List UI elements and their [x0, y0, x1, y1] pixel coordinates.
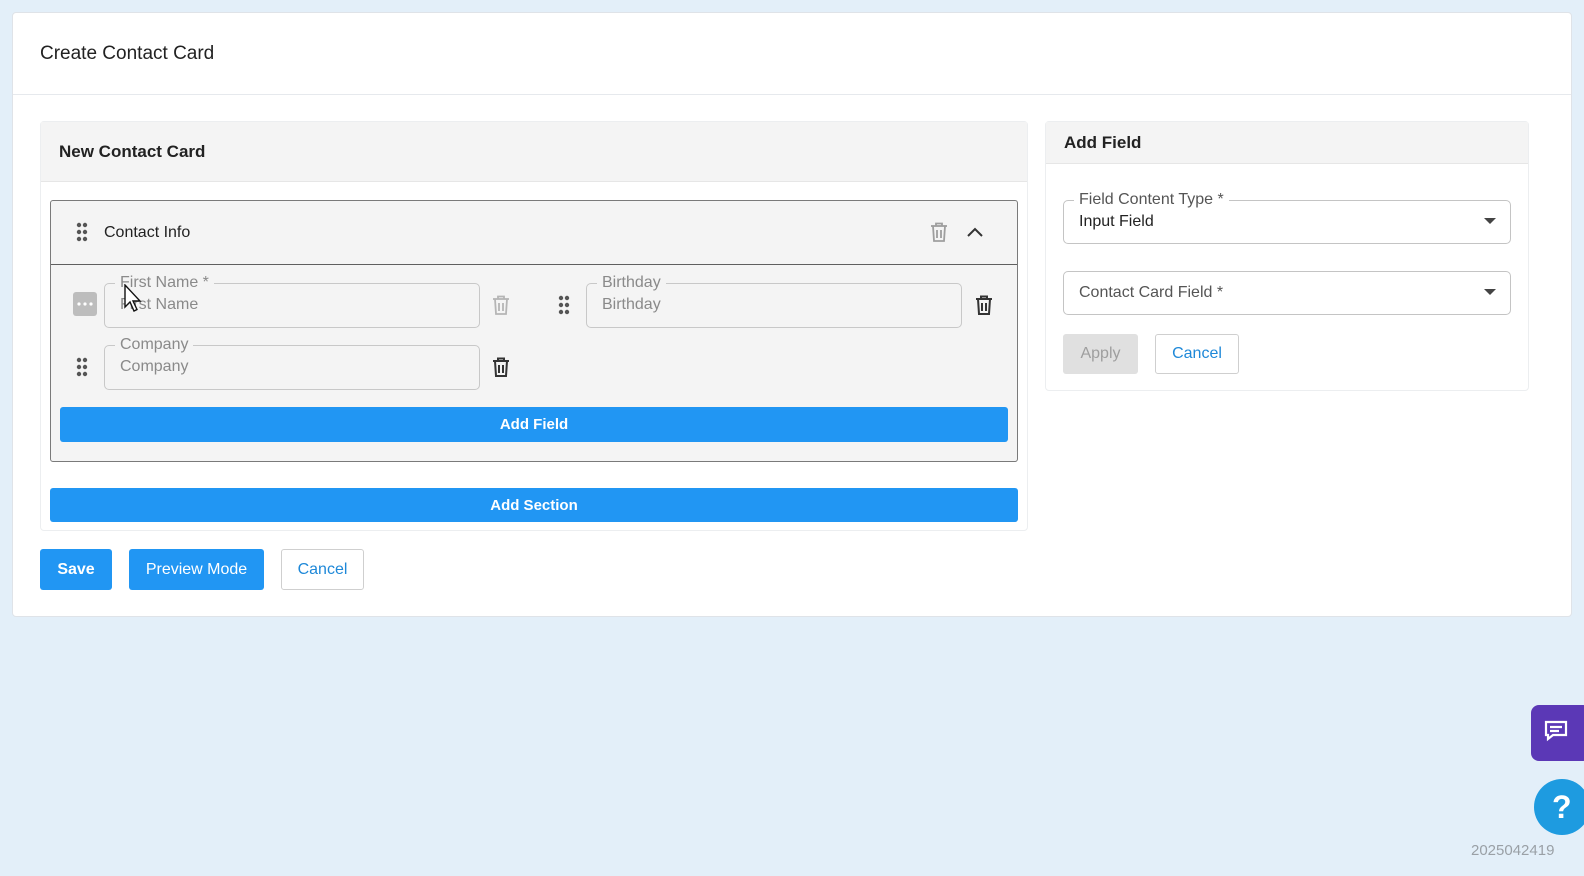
- page-header: Create Contact Card: [13, 13, 1571, 95]
- field-content-type-value: Input Field: [1079, 213, 1154, 230]
- page-title: Create Contact Card: [40, 42, 215, 64]
- add-field-cancel-button[interactable]: Cancel: [1155, 334, 1239, 374]
- birthday-label: Birthday: [597, 273, 666, 293]
- birthday-field[interactable]: Birthday Birthday: [586, 273, 962, 328]
- contact-card-builder: New Contact Card Contact Info First Name…: [40, 121, 1028, 531]
- add-field-panel: Add Field Field Content Type * Input Fie…: [1045, 121, 1529, 391]
- help-question-icon: ?: [1552, 788, 1572, 825]
- build-id-text: 2025042419: [1471, 842, 1555, 859]
- drag-handle-icon[interactable]: [72, 221, 92, 243]
- delete-company-icon[interactable]: [488, 354, 514, 380]
- page-card: Create Contact Card New Contact Card Con…: [12, 12, 1572, 617]
- collapse-chevron-icon[interactable]: [962, 219, 988, 245]
- save-button[interactable]: Save: [40, 549, 112, 590]
- birthday-placeholder: Birthday: [602, 296, 661, 313]
- first-name-field[interactable]: First Name * First Name: [104, 273, 480, 328]
- delete-birthday-icon[interactable]: [971, 292, 997, 318]
- cancel-button[interactable]: Cancel: [281, 549, 364, 590]
- contact-card-field-select[interactable]: Contact Card Field *: [1063, 271, 1511, 315]
- builder-title: New Contact Card: [41, 122, 1027, 182]
- add-field-button[interactable]: Add Field: [60, 407, 1008, 442]
- delete-section-icon[interactable]: [926, 219, 952, 245]
- dropdown-caret-icon: [1484, 289, 1496, 295]
- preview-mode-button[interactable]: Preview Mode: [129, 549, 264, 590]
- field-content-type-label: Field Content Type *: [1074, 190, 1229, 210]
- company-placeholder: Company: [120, 358, 189, 375]
- mouse-cursor-icon: [124, 283, 144, 317]
- chat-icon: [1543, 719, 1569, 748]
- contact-card-field-placeholder: Contact Card Field *: [1079, 284, 1224, 301]
- drag-handle-icon[interactable]: [69, 354, 95, 380]
- chat-widget-button[interactable]: [1531, 705, 1584, 761]
- field-content-type-select[interactable]: Field Content Type * Input Field: [1063, 190, 1511, 244]
- delete-first-name-icon[interactable]: [488, 292, 514, 318]
- add-section-button[interactable]: Add Section: [50, 488, 1018, 522]
- company-field[interactable]: Company Company: [104, 335, 480, 390]
- section-contact-info: Contact Info First Name * First Name Bir…: [50, 200, 1018, 462]
- drag-handle-active-icon[interactable]: [73, 292, 97, 316]
- drag-handle-icon[interactable]: [551, 292, 577, 318]
- dropdown-caret-icon: [1484, 218, 1496, 224]
- company-label: Company: [115, 335, 194, 355]
- section-header: Contact Info: [51, 201, 1017, 265]
- apply-button[interactable]: Apply: [1063, 334, 1138, 374]
- help-widget-button[interactable]: ?: [1534, 779, 1584, 835]
- section-title: Contact Info: [104, 223, 191, 241]
- add-field-panel-title: Add Field: [1046, 122, 1528, 164]
